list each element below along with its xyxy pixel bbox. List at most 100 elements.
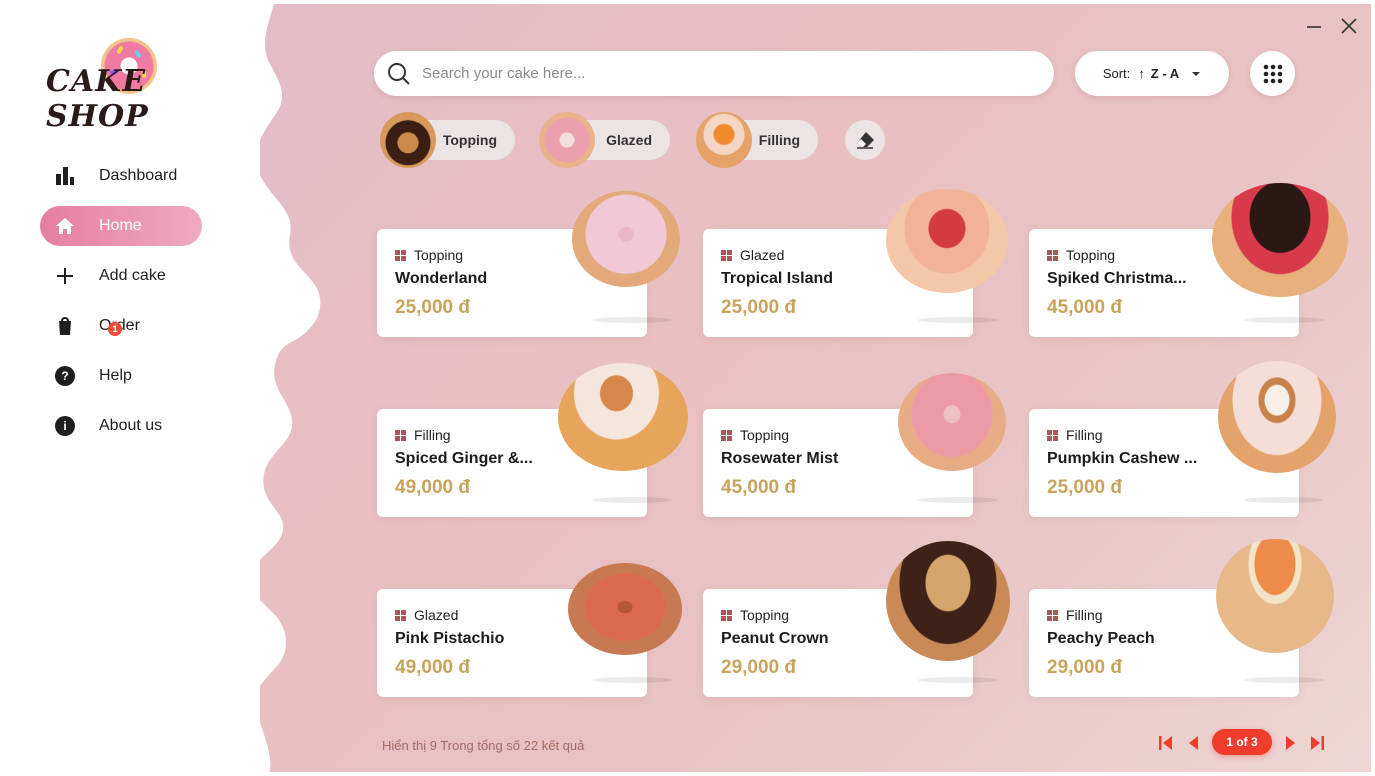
- product-card[interactable]: Topping Spiked Christma... 45,000 đ: [1029, 183, 1348, 337]
- minimize-icon: [1307, 26, 1321, 28]
- sidebar-item-label: Add cake: [99, 267, 166, 284]
- page-indicator: 1 of 3: [1212, 729, 1272, 755]
- clear-filters-button[interactable]: [845, 120, 885, 160]
- chevron-left-icon: [1189, 736, 1198, 750]
- home-icon: [40, 217, 90, 235]
- product-name: Pumpkin Cashew ...: [1047, 450, 1198, 467]
- category-icon: [1047, 249, 1058, 261]
- product-image: [898, 373, 1006, 471]
- filter-chip-filling[interactable]: Filling: [696, 112, 818, 168]
- product-category: Topping: [740, 607, 790, 623]
- sort-value: Z - A: [1150, 66, 1180, 81]
- grid-icon: [1263, 64, 1282, 83]
- logo-text: CAKE SHOP: [46, 64, 149, 134]
- product-name: Peanut Crown: [721, 630, 829, 647]
- product-price: 29,000 đ: [721, 657, 796, 678]
- product-card[interactable]: Filling Spiced Ginger &... 49,000 đ: [377, 363, 688, 517]
- category-icon: [395, 429, 406, 441]
- order-icon: [40, 316, 90, 336]
- product-category: Glazed: [414, 607, 459, 623]
- first-page-button[interactable]: [1157, 733, 1175, 753]
- chevron-down-icon: [1192, 71, 1201, 76]
- product-price: 25,000 đ: [395, 297, 470, 318]
- product-category: Filling: [414, 427, 451, 443]
- filter-chip-label: Filling: [758, 132, 800, 148]
- product-card[interactable]: Glazed Pink Pistachio 49,000 đ: [377, 563, 682, 697]
- product-price: 25,000 đ: [721, 297, 796, 318]
- sidebar-item-label: Help: [99, 367, 132, 384]
- minimize-button[interactable]: [1302, 14, 1326, 38]
- close-icon: [1341, 18, 1357, 34]
- product-image: [1218, 361, 1336, 473]
- search-icon: [388, 62, 410, 85]
- last-page-icon: [1311, 736, 1324, 750]
- product-category: Glazed: [740, 247, 785, 263]
- product-price: 45,000 đ: [721, 477, 796, 498]
- chevron-right-icon: [1286, 736, 1295, 750]
- category-icon: [721, 609, 732, 621]
- product-name: Spiced Ginger &...: [395, 450, 533, 467]
- sidebar-item-label: Dashboard: [99, 167, 178, 184]
- close-button[interactable]: [1337, 14, 1361, 38]
- previous-page-button[interactable]: [1185, 733, 1203, 753]
- product-image: [568, 563, 682, 655]
- product-image: [572, 191, 680, 287]
- search-bar: [374, 51, 1054, 96]
- last-page-button[interactable]: [1308, 733, 1326, 753]
- filter-chip-label: Topping: [442, 132, 497, 148]
- product-card[interactable]: Filling Peachy Peach 29,000 đ: [1029, 539, 1334, 697]
- sort-label: Sort:: [1102, 66, 1131, 81]
- next-page-button[interactable]: [1281, 733, 1299, 753]
- category-icon: [395, 609, 406, 621]
- search-input[interactable]: [422, 65, 1022, 82]
- filter-chip-glazed[interactable]: Glazed: [539, 112, 670, 168]
- product-card[interactable]: Filling Pumpkin Cashew ... 25,000 đ: [1029, 361, 1336, 517]
- product-card[interactable]: Topping Wonderland 25,000 đ: [377, 191, 680, 337]
- sort-arrow-up-icon: ↑: [1138, 66, 1145, 81]
- category-icon: [1047, 429, 1058, 441]
- product-image: [886, 189, 1008, 293]
- product-price: 45,000 đ: [1047, 297, 1122, 318]
- sidebar-item-about-us[interactable]: i About us: [40, 406, 202, 446]
- category-icon: [721, 429, 732, 441]
- product-category: Topping: [740, 427, 790, 443]
- product-name: Spiked Christma...: [1047, 270, 1187, 287]
- product-name: Rosewater Mist: [721, 450, 839, 467]
- product-image: [1216, 539, 1334, 653]
- product-card[interactable]: Topping Peanut Crown 29,000 đ: [703, 541, 1010, 697]
- sidebar-item-order[interactable]: 1 Order: [40, 306, 202, 346]
- product-name: Tropical Island: [721, 270, 834, 287]
- product-card[interactable]: Topping Rosewater Mist 45,000 đ: [703, 373, 1006, 517]
- help-icon: ?: [55, 366, 75, 386]
- category-icon: [1047, 609, 1058, 621]
- first-page-icon: [1159, 736, 1172, 750]
- eraser-icon: [857, 132, 874, 149]
- logo[interactable]: CAKE SHOP: [46, 38, 216, 134]
- results-summary: Hiển thị 9 Trong tổng số 22 kết quả: [382, 738, 585, 753]
- product-image: [558, 363, 688, 471]
- sidebar: CAKE SHOP Dashboard Home Add cake 1 Orde…: [0, 0, 250, 776]
- product-price: 49,000 đ: [395, 477, 470, 498]
- info-icon: i: [55, 416, 75, 436]
- category-icon: [395, 249, 406, 261]
- product-card[interactable]: Glazed Tropical Island 25,000 đ: [703, 189, 1008, 337]
- product-image: [1212, 183, 1348, 297]
- sidebar-item-add-cake[interactable]: Add cake: [40, 256, 202, 296]
- product-category: Filling: [1066, 427, 1103, 443]
- product-name: Peachy Peach: [1047, 630, 1155, 647]
- plus-icon: [40, 267, 90, 285]
- category-icon: [721, 249, 732, 261]
- product-price: 25,000 đ: [1047, 477, 1122, 498]
- topping-donut-icon: [380, 112, 436, 168]
- order-count-badge: 1: [108, 322, 122, 336]
- sort-dropdown[interactable]: Sort: ↑ Z - A: [1075, 51, 1229, 96]
- filter-chip-topping[interactable]: Topping: [380, 112, 515, 168]
- sidebar-item-home[interactable]: Home: [40, 206, 202, 246]
- product-image: [886, 541, 1010, 661]
- product-price: 29,000 đ: [1047, 657, 1122, 678]
- sidebar-item-help[interactable]: ? Help: [40, 356, 202, 396]
- filling-donut-icon: [696, 112, 752, 168]
- grid-view-button[interactable]: [1250, 51, 1295, 96]
- sidebar-item-dashboard[interactable]: Dashboard: [40, 156, 202, 196]
- glazed-donut-icon: [539, 112, 595, 168]
